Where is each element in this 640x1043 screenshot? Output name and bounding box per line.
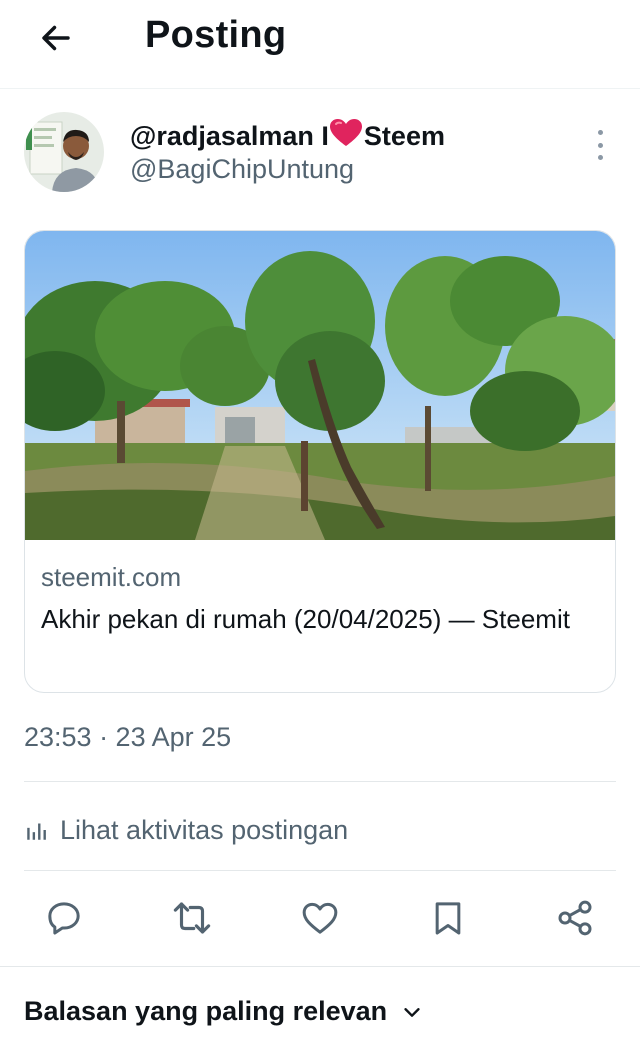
view-post-activity-button[interactable]: Lihat aktivitas postingan	[24, 810, 348, 850]
back-button[interactable]	[34, 16, 78, 60]
page-title: Posting	[145, 14, 287, 56]
post-timestamp[interactable]: 23:53 · 23 Apr 25	[24, 722, 231, 753]
post-author: @radjasalman I Steem @BagiChipUntung	[24, 112, 616, 196]
bar-chart-icon	[27, 823, 46, 840]
avatar-image	[24, 112, 104, 192]
like-button[interactable]	[298, 896, 342, 940]
chevron-down-icon	[401, 1001, 423, 1023]
like-icon	[302, 902, 338, 934]
more-dot-icon	[597, 155, 603, 160]
bookmark-icon	[435, 902, 461, 935]
display-name-prefix: @radjasalman I	[130, 121, 329, 151]
replies-sort-dropdown[interactable]: Balasan yang paling relevan	[24, 996, 423, 1027]
display-name-suffix: Steem	[363, 121, 445, 151]
reply-button[interactable]	[42, 896, 86, 940]
share-button[interactable]	[553, 896, 597, 940]
arrow-left-icon	[42, 25, 70, 51]
link-domain: steemit.com	[41, 562, 182, 592]
link-title: Akhir pekan di rumah (20/04/2025) — Stee…	[41, 604, 570, 634]
divider	[24, 781, 616, 782]
avatar[interactable]	[24, 112, 104, 192]
more-dot-icon	[597, 130, 603, 135]
link-preview-card[interactable]: steemit.com Akhir pekan di rumah (20/04/…	[24, 230, 616, 693]
repost-button[interactable]	[170, 896, 214, 940]
replies-sort-label: Balasan yang paling relevan	[24, 996, 388, 1026]
more-options-button[interactable]	[590, 130, 610, 160]
share-icon	[558, 900, 592, 936]
action-bar	[0, 888, 640, 950]
divider	[24, 870, 616, 871]
bookmark-button[interactable]	[426, 896, 470, 940]
reply-icon	[48, 902, 80, 935]
activity-label: Lihat aktivitas postingan	[60, 814, 349, 845]
retweet-icon	[173, 902, 211, 934]
link-preview-image	[25, 231, 615, 540]
heart-emoji-icon	[329, 118, 363, 155]
top-bar: Posting	[0, 0, 640, 89]
display-name[interactable]: @radjasalman I Steem	[130, 118, 445, 155]
divider	[0, 966, 640, 967]
username-handle[interactable]: @BagiChipUntung	[130, 154, 354, 185]
more-dot-icon	[597, 142, 603, 148]
